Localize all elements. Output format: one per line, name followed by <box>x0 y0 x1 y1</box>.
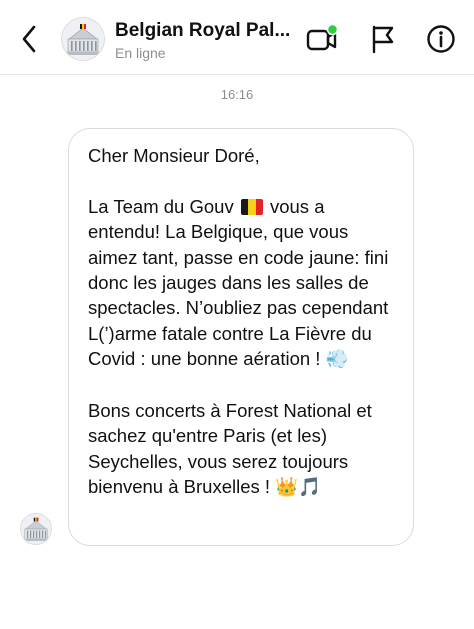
message-timestamp: 16:16 <box>220 87 254 102</box>
flag-icon <box>372 25 394 54</box>
contact-avatar[interactable] <box>61 17 105 61</box>
palace-icon <box>21 514 51 544</box>
palace-icon <box>63 19 103 59</box>
presence-status: En ligne <box>115 45 166 61</box>
info-button[interactable] <box>424 22 458 56</box>
info-icon <box>427 25 455 53</box>
back-button[interactable] <box>14 22 44 56</box>
belgian-flag-emoji <box>240 198 263 215</box>
contact-info[interactable]: Belgian Royal Pal... En ligne <box>115 20 300 62</box>
message-paragraph: La Team du Gouv vous a entendu! La Belgi… <box>88 194 395 373</box>
message-greeting: Cher Monsieur Doré, <box>88 145 260 166</box>
music-note-emoji: 🎵 <box>298 477 322 499</box>
video-call-button[interactable] <box>306 22 340 56</box>
crown-emoji: 👑 <box>275 477 299 499</box>
message-bubble[interactable]: Cher Monsieur Doré, La Team du Gouv vous… <box>68 128 414 546</box>
message-text: vous a entendu! La Belgique, que vous ai… <box>88 195 389 370</box>
chevron-left-icon <box>22 25 36 53</box>
message-text: La Team du Gouv <box>88 195 234 217</box>
sender-avatar[interactable] <box>20 513 52 545</box>
dash-emoji: 💨 <box>325 349 349 371</box>
video-call-icon <box>306 24 339 51</box>
report-button[interactable] <box>366 22 400 56</box>
chat-header: Belgian Royal Pal... En ligne <box>0 0 474 75</box>
online-indicator <box>326 24 339 36</box>
contact-name: Belgian Royal Pal... <box>115 20 291 41</box>
message-paragraph: Bons concerts à Forest National et sache… <box>88 398 395 501</box>
message-text: Bons concerts à Forest National et sache… <box>88 400 372 498</box>
